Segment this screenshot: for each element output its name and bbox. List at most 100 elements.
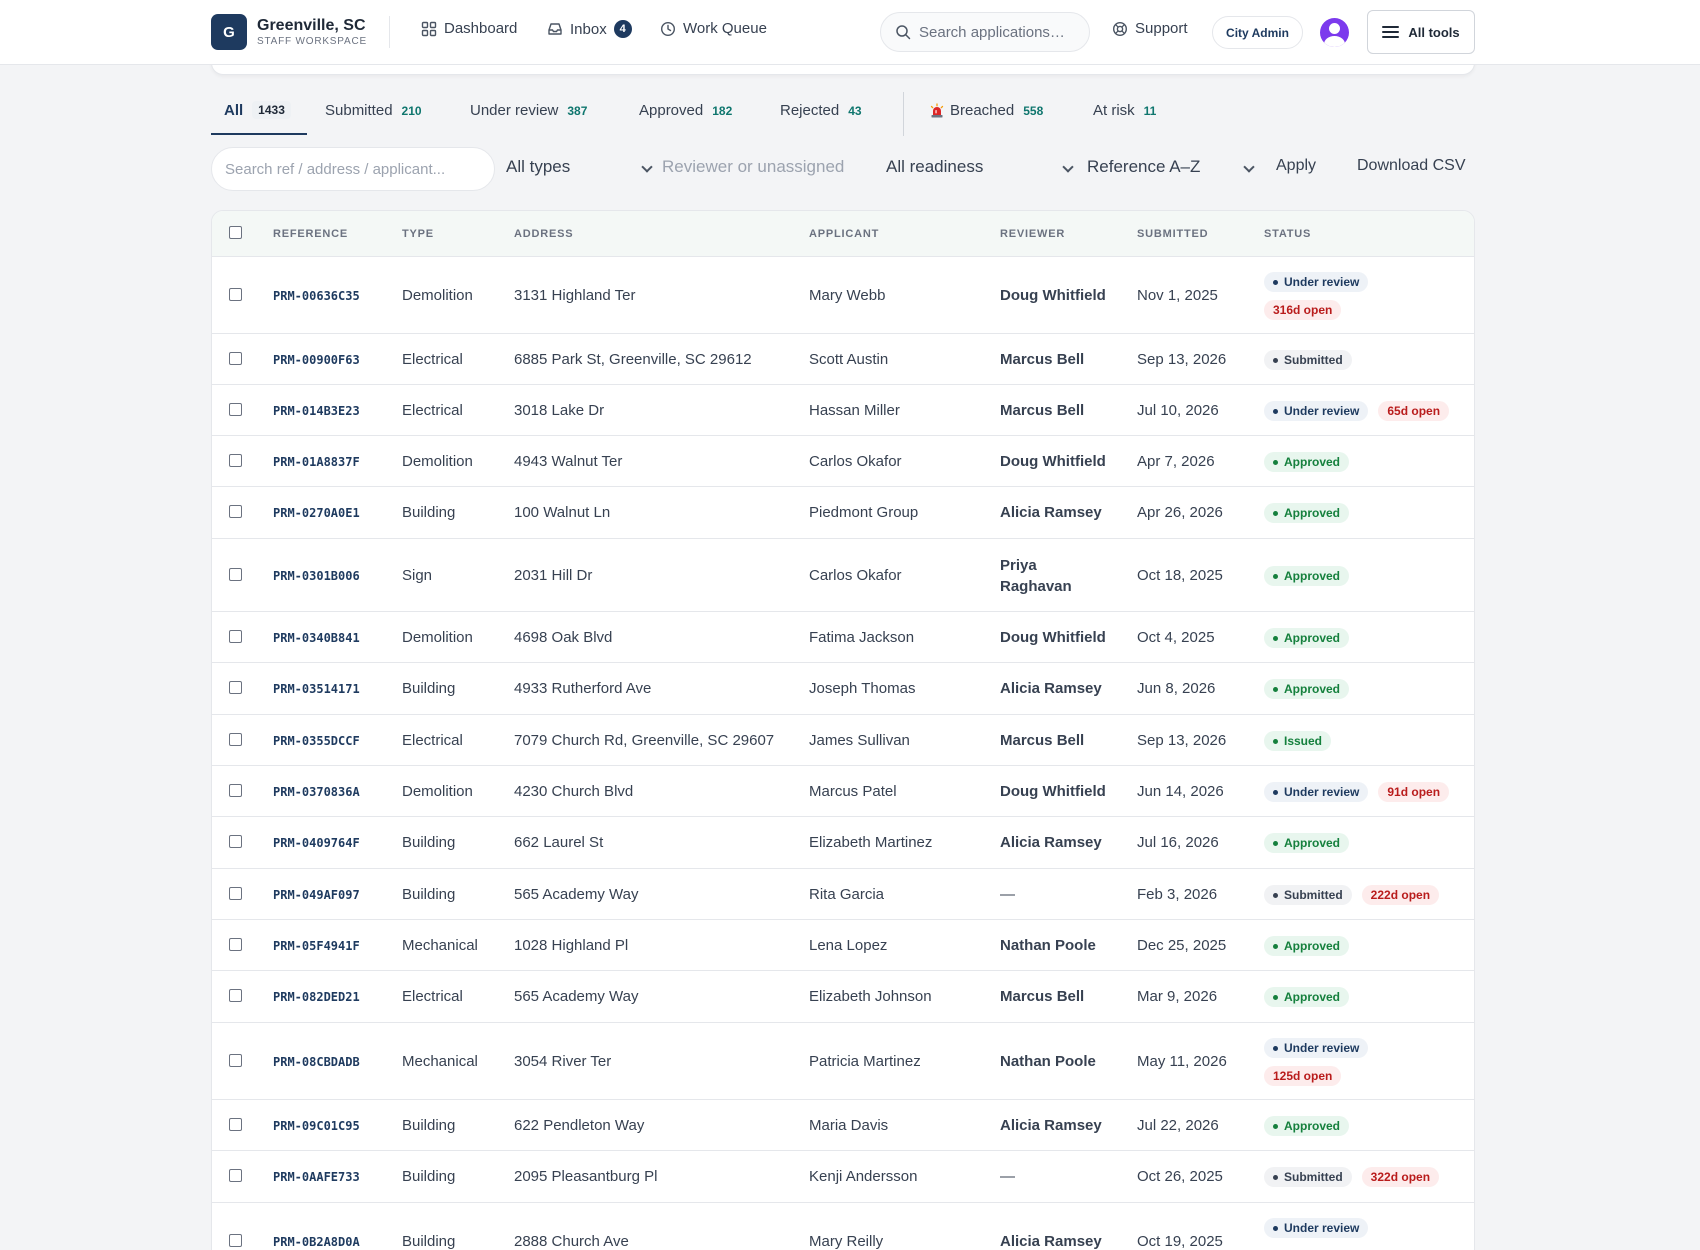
nav-dashboard[interactable]: Dashboard: [421, 20, 517, 37]
submitted-cell: Mar 9, 2026: [1137, 988, 1218, 1005]
reference-link[interactable]: PRM-0370836A: [273, 785, 360, 799]
status-dot-icon: [1273, 408, 1278, 414]
table-row[interactable]: PRM-00636C35 Demolition 3131 Highland Ter M…: [212, 257, 1474, 334]
row-checkbox[interactable]: [229, 1169, 242, 1182]
row-checkbox[interactable]: [229, 288, 242, 301]
tab-approved[interactable]: Approved 182: [639, 92, 732, 136]
row-checkbox[interactable]: [229, 568, 242, 581]
reference-link[interactable]: PRM-05F4941F: [273, 939, 360, 953]
reference-link[interactable]: PRM-0AAFE733: [273, 1170, 360, 1184]
row-checkbox[interactable]: [229, 938, 242, 951]
reference-link[interactable]: PRM-00900F63: [273, 353, 360, 367]
global-search[interactable]: [880, 12, 1090, 52]
row-checkbox[interactable]: [229, 1234, 242, 1247]
reviewer-cell: Alicia Ramsey: [1000, 1233, 1102, 1250]
table-row[interactable]: PRM-0301B006 Sign 2031 Hill Dr Carlos Okafo…: [212, 539, 1474, 612]
col-applicant[interactable]: Applicant: [809, 228, 879, 240]
table-row[interactable]: PRM-0B2A8D0A Building 2888 Church Ave Mary …: [212, 1203, 1474, 1250]
reference-link[interactable]: PRM-01A8837F: [273, 455, 360, 469]
row-checkbox[interactable]: [229, 1054, 242, 1067]
open-days-badge: 91d open: [1378, 782, 1450, 802]
table-row[interactable]: PRM-0340B841 Demolition 4698 Oak Blvd Fatim…: [212, 612, 1474, 663]
row-checkbox[interactable]: [229, 352, 242, 365]
table-row[interactable]: PRM-05F4941F Mechanical 1028 Highland Pl Le…: [212, 920, 1474, 971]
col-address[interactable]: Address: [514, 228, 573, 240]
table-row[interactable]: PRM-0355DCCF Electrical 7079 Church Rd, Gr…: [212, 715, 1474, 766]
row-checkbox[interactable]: [229, 454, 242, 467]
apply-button[interactable]: Apply: [1276, 157, 1316, 175]
reference-link[interactable]: PRM-0B2A8D0A: [273, 1235, 360, 1249]
tab-breached[interactable]: Breached 558: [929, 92, 1043, 136]
table-row[interactable]: PRM-08CBDADB Mechanical 3054 River Ter Patr…: [212, 1023, 1474, 1100]
tab-rejected[interactable]: Rejected 43: [780, 92, 862, 136]
nav-inbox[interactable]: Inbox 4: [547, 20, 632, 38]
address-cell: 3131 Highland Ter: [514, 287, 636, 304]
reference-link[interactable]: PRM-0355DCCF: [273, 734, 360, 748]
table-row[interactable]: PRM-09C01C95 Building 622 Pendleton Way Mar…: [212, 1100, 1474, 1151]
col-reviewer[interactable]: Reviewer: [1000, 228, 1065, 240]
global-search-input[interactable]: [919, 23, 1079, 41]
type-cell: Building: [402, 1117, 456, 1134]
tab-all[interactable]: All 1433: [224, 92, 291, 136]
submitted-cell: Apr 26, 2026: [1137, 504, 1223, 521]
support-link[interactable]: Support: [1112, 20, 1188, 37]
table-row[interactable]: PRM-0270A0E1 Building 100 Walnut Ln Piedmon…: [212, 487, 1474, 539]
col-submitted[interactable]: Submitted: [1137, 228, 1208, 240]
reviewer-select[interactable]: Reviewer or unassigned: [662, 157, 844, 177]
reference-link[interactable]: PRM-049AF097: [273, 888, 360, 902]
select-all-checkbox[interactable]: [229, 226, 242, 239]
reference-link[interactable]: PRM-03514171: [273, 682, 360, 696]
table-row[interactable]: PRM-01A8837F Demolition 4943 Walnut Ter Car…: [212, 436, 1474, 487]
status-badge: Submitted: [1264, 350, 1352, 370]
row-checkbox[interactable]: [229, 835, 242, 848]
tab-under-review[interactable]: Under review 387: [470, 92, 587, 136]
user-avatar[interactable]: [1320, 18, 1349, 47]
type-select[interactable]: All types: [506, 157, 570, 177]
filter-search-input[interactable]: [225, 160, 485, 178]
reference-link[interactable]: PRM-0301B006: [273, 569, 360, 583]
type-cell: Electrical: [402, 351, 463, 368]
table-row[interactable]: PRM-0AAFE733 Building 2095 Pleasantburg Pl…: [212, 1151, 1474, 1203]
row-checkbox[interactable]: [229, 1118, 242, 1131]
reference-link[interactable]: PRM-08CBDADB: [273, 1055, 360, 1069]
table-row[interactable]: PRM-00900F63 Electrical 6885 Park St, Gree…: [212, 334, 1474, 385]
tab-submitted[interactable]: Submitted 210: [325, 92, 422, 136]
applicant-cell: Rita Garcia: [809, 886, 885, 903]
table-row[interactable]: PRM-049AF097 Building 565 Academy Way Rita …: [212, 869, 1474, 920]
chevron-down-icon: [1062, 161, 1074, 173]
reference-link[interactable]: PRM-0409764F: [273, 836, 360, 850]
col-status[interactable]: Status: [1264, 228, 1311, 240]
reference-link[interactable]: PRM-09C01C95: [273, 1119, 360, 1133]
reference-link[interactable]: PRM-082DED21: [273, 990, 360, 1004]
sort-select[interactable]: Reference A–Z: [1087, 157, 1200, 177]
role-switcher[interactable]: City Admin: [1212, 16, 1303, 49]
reference-link[interactable]: PRM-0340B841: [273, 631, 360, 645]
row-checkbox[interactable]: [229, 733, 242, 746]
reference-link[interactable]: PRM-0270A0E1: [273, 506, 360, 520]
table-row[interactable]: PRM-03514171 Building 4933 Rutherford Ave J…: [212, 663, 1474, 715]
row-checkbox[interactable]: [229, 989, 242, 1002]
reference-link[interactable]: PRM-014B3E23: [273, 404, 360, 418]
row-checkbox[interactable]: [229, 681, 242, 694]
table-row[interactable]: PRM-014B3E23 Electrical 3018 Lake Dr Hassan…: [212, 385, 1474, 436]
table-row[interactable]: PRM-0370836A Demolition 4230 Church Blvd Ma…: [212, 766, 1474, 817]
table-row[interactable]: PRM-0409764F Building 662 Laurel St Elizabe…: [212, 817, 1474, 869]
status-badge: Approved: [1264, 987, 1350, 1007]
table-row[interactable]: PRM-082DED21 Electrical 565 Academy Way Eli…: [212, 971, 1474, 1023]
row-checkbox[interactable]: [229, 403, 242, 416]
all-tools-button[interactable]: All tools: [1367, 10, 1475, 54]
tab-at-risk[interactable]: At risk 11: [1093, 92, 1156, 136]
brand[interactable]: G Greenville, SC STAFF WORKSPACE: [211, 14, 367, 50]
reference-link[interactable]: PRM-00636C35: [273, 289, 360, 303]
nav-work-queue[interactable]: Work Queue: [660, 20, 767, 37]
readiness-select[interactable]: All readiness: [886, 157, 983, 177]
filter-search[interactable]: [211, 147, 495, 191]
status-badge: Approved: [1264, 628, 1350, 648]
col-type[interactable]: Type: [402, 228, 434, 240]
row-checkbox[interactable]: [229, 887, 242, 900]
col-reference[interactable]: Reference: [273, 228, 348, 240]
download-csv-button[interactable]: Download CSV: [1357, 157, 1466, 175]
row-checkbox[interactable]: [229, 784, 242, 797]
row-checkbox[interactable]: [229, 630, 242, 643]
row-checkbox[interactable]: [229, 505, 242, 518]
